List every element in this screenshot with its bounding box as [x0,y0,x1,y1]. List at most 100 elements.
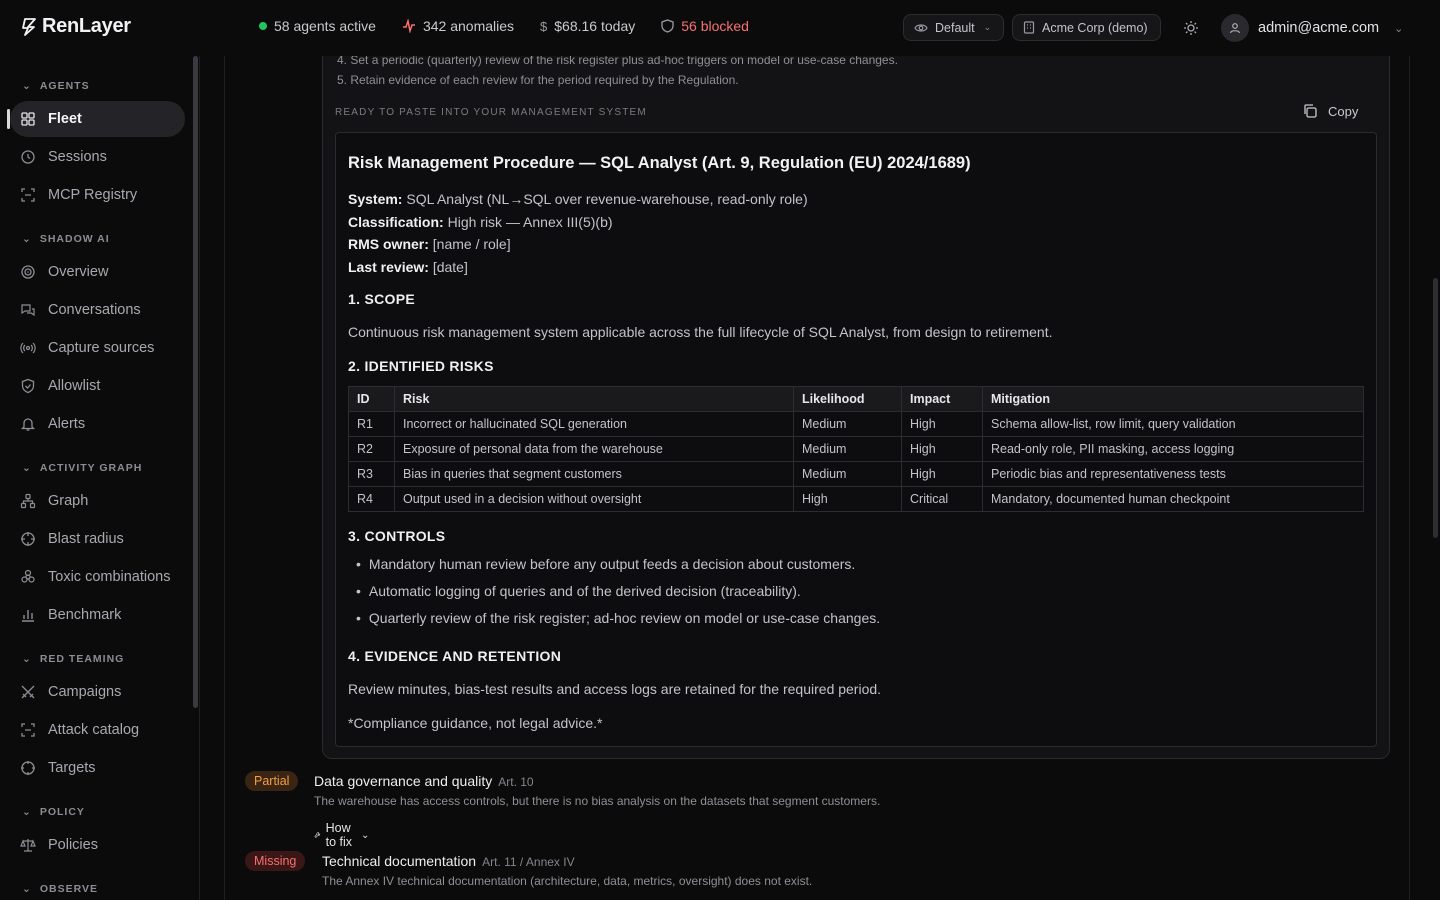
stat-cost[interactable]: $ $68.16 today [540,18,635,34]
sidebar-item-toxic-combinations[interactable]: Toxic combinations [10,559,185,595]
status-stats: 58 agents active 342 anomalies $ $68.16 … [259,18,749,34]
meta-label: System: [348,191,403,207]
section-label: AGENTS [39,80,90,92]
chevron-down-icon: ⌄ [22,806,32,818]
table-row: R1 Incorrect or hallucinated SQL generat… [348,411,1364,437]
section-observe[interactable]: ⌄ OBSERVE [22,883,98,895]
table-cell: R4 [348,486,395,512]
requirement-title-text: Data governance and quality [314,773,493,789]
sidebar-item-graph[interactable]: Graph [10,483,185,519]
sidebar-item-label: Conversations [48,302,141,318]
radar-icon [21,265,35,279]
sidebar-item-label: Overview [48,264,109,280]
sidebar-item-conversations[interactable]: Conversations [10,292,185,328]
sidebar-item-label: Alerts [48,416,86,432]
section-activity-graph[interactable]: ⌄ ACTIVITY GRAPH [22,462,142,474]
sidebar-item-blast-radius[interactable]: Blast radius [10,521,185,557]
how-to-fix-toggle[interactable]: How to fix ⌄ [314,821,369,849]
table-cell: Medium [793,411,902,437]
sidebar-item-targets[interactable]: Targets [10,750,185,786]
clock-icon [21,150,35,164]
requirement-title[interactable]: Data governance and quality Art. 10 [314,773,534,789]
sidebar-scrollbar[interactable] [193,56,198,708]
table-cell: Read-only role, PII masking, access logg… [982,436,1364,462]
bar-chart-icon [22,610,34,622]
top-bar: RenLayer 58 agents active 342 anomalies … [0,0,1440,56]
copy-label: Copy [1328,103,1359,119]
wrench-icon [314,832,321,838]
disclaimer: *Compliance guidance, not legal advice.* [348,715,603,731]
table-cell: Bias in queries that segment customers [394,461,794,487]
sidebar-item-policies[interactable]: Policies [10,827,185,863]
sidebar-item-alerts[interactable]: Alerts [10,406,185,442]
logo-icon [22,17,36,36]
view-select-value: Default [935,20,975,35]
sidebar-item-fleet[interactable]: Fleet [7,101,185,137]
stat-anomalies[interactable]: 342 anomalies [402,18,514,34]
view-select[interactable]: Default ⌄ [903,14,1004,41]
section-agents[interactable]: ⌄ AGENTS [22,80,90,92]
shield-check-icon [21,378,35,394]
blocked-text: 56 blocked [681,18,749,34]
sidebar-item-label: Capture sources [48,340,155,356]
sidebar-item-mcp-registry[interactable]: MCP Registry [10,177,185,213]
sidebar-item-label: MCP Registry [48,187,138,203]
brand-logo[interactable]: RenLayer [22,15,131,38]
list-item: Mandatory human review before any output… [356,556,880,583]
table-cell: Exposure of personal data from the wareh… [394,436,794,462]
meta-value: [date] [432,259,468,276]
section-label: OBSERVE [39,883,98,895]
section-heading: 3. CONTROLS [348,528,446,544]
network-icon [20,493,36,509]
eye-icon [914,23,928,32]
chat-icon [21,304,35,317]
stat-blocked[interactable]: 56 blocked [661,18,749,34]
main-scrollbar[interactable] [1433,278,1438,538]
theme-toggle-button[interactable] [1177,14,1204,41]
shield-icon [661,19,674,33]
meta-value: High risk — Annex III(5)(b) [447,213,613,230]
table-cell: Incorrect or hallucinated SQL generation [394,411,794,437]
sidebar-item-allowlist[interactable]: Allowlist [10,368,185,404]
copy-button[interactable]: Copy [1302,103,1358,119]
table-row: R3 Bias in queries that segment customer… [348,461,1364,487]
sidebar-item-sessions[interactable]: Sessions [10,139,185,175]
list-item: Automatic logging of queries and of the … [356,583,880,610]
section-shadow-ai[interactable]: ⌄ SHADOW AI [22,233,110,245]
sidebar-item-label: Blast radius [48,531,124,547]
brand-name: RenLayer [42,15,131,37]
section-policy[interactable]: ⌄ POLICY [22,806,85,818]
user-menu[interactable]: admin@acme.com ⌄ [1221,14,1403,42]
ready-label: READY TO PASTE INTO YOUR MANAGEMENT SYST… [335,107,647,118]
table-header-row: ID Risk Likelihood Impact Mitigation [348,386,1364,412]
section-red-teaming[interactable]: ⌄ RED TEAMING [22,653,124,665]
requirement-title-text: Technical documentation [322,853,477,869]
list-item-text: Quarterly review of the risk register; a… [368,610,881,626]
sidebar-item-label: Allowlist [48,378,101,394]
sidebar: ⌄ AGENTS Fleet Sessions MCP Registry ⌄ SHA… [0,56,200,900]
sidebar-item-capture-sources[interactable]: Capture sources [10,330,185,366]
document-title: Risk Management Procedure — SQL Analyst … [348,154,971,172]
requirement-title[interactable]: Technical documentation Art. 11 / Annex I… [322,853,575,869]
sidebar-item-benchmark[interactable]: Benchmark [10,597,185,633]
table-cell: High [793,486,902,512]
org-select[interactable]: Acme Corp (demo) [1012,14,1161,41]
table-cell: High [901,461,983,487]
article-ref: Art. 11 / Annex IV [482,855,575,869]
sidebar-item-campaigns[interactable]: Campaigns [10,674,185,710]
anomalies-text: 342 anomalies [422,18,515,34]
chevron-down-icon: ⌄ [22,462,32,474]
scan-icon [21,723,35,737]
list-item-text: Automatic logging of queries and of the … [368,583,801,599]
guidance-step: 4. Set a periodic (quarterly) review of … [337,56,898,67]
table-cell: Periodic bias and representativeness tes… [982,461,1364,487]
header-controls: Default ⌄ Acme Corp (demo) [903,14,1204,41]
sidebar-item-attack-catalog[interactable]: Attack catalog [10,712,185,748]
column-header: ID [348,386,395,412]
sidebar-item-overview[interactable]: Overview [10,254,185,290]
sidebar-item-label: Campaigns [48,684,122,700]
table-cell: R2 [348,436,395,462]
list-item-text: Mandatory human review before any output… [368,556,856,572]
stat-agents-active[interactable]: 58 agents active [259,18,376,34]
dollar-icon: $ [540,18,548,34]
